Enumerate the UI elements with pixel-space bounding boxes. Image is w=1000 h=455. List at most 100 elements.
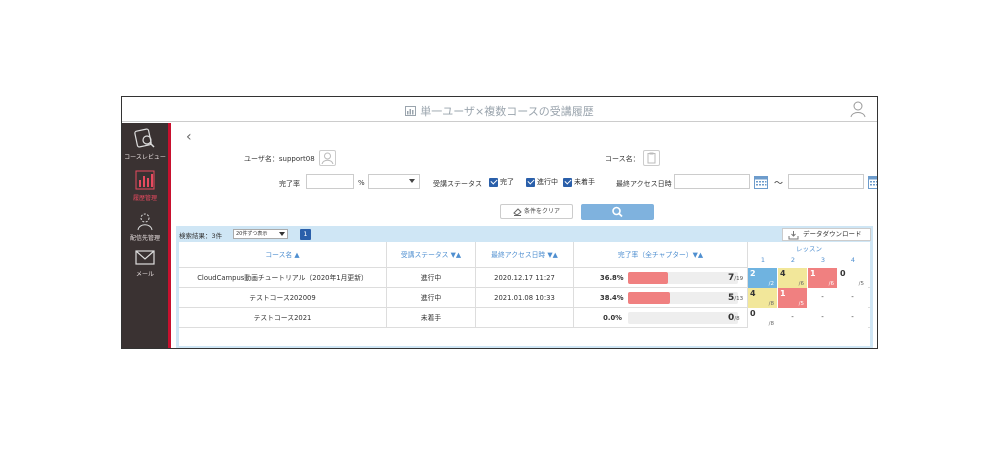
lesson-cell: 2/2 xyxy=(748,268,778,288)
table-row[interactable]: テストコース2021 未着手 0.0% 0/8 0/8- - - xyxy=(179,308,870,328)
download-label: データダウンロード xyxy=(803,230,862,238)
column-header-last-access[interactable]: 最終アクセス日時 ▼▲ xyxy=(476,242,574,268)
lesson-empty: - xyxy=(821,313,824,321)
status-checkbox-in-progress[interactable]: 進行中 xyxy=(526,177,558,187)
sidebar-item-course-review[interactable]: コースレビュー xyxy=(122,128,168,161)
completion-progress-bar: 7/19 xyxy=(628,272,743,284)
completion-input[interactable] xyxy=(306,174,354,189)
lesson-cell: - xyxy=(808,288,838,308)
sidebar-item-history[interactable]: 履歴管理 xyxy=(122,169,168,202)
lesson-cell: - xyxy=(838,308,868,328)
lesson-empty: - xyxy=(851,313,854,321)
download-button[interactable]: データダウンロード xyxy=(782,228,871,241)
status-option-label: 進行中 xyxy=(537,178,558,186)
date-from-input[interactable] xyxy=(674,174,750,189)
sidebar-item-label: 配信先管理 xyxy=(129,235,160,242)
top-bar: 単一ユーザ×複数コースの受講履歴 xyxy=(122,97,877,122)
lesson-done: 1 xyxy=(780,289,786,298)
column-header-lessons: レッスン 1 2 3 4 xyxy=(748,242,870,268)
lesson-done: 0 xyxy=(840,269,846,278)
sidebar: コースレビュー 履歴管理 配信先管理 メール xyxy=(122,123,171,348)
calendar-icon[interactable] xyxy=(868,175,877,189)
main-content: ‹ ユーザ名：support08 コース名： 完了率 % 受講ステータス 完了 … xyxy=(171,123,877,348)
mail-icon xyxy=(135,250,155,265)
checkbox-checked-icon xyxy=(489,177,498,187)
lesson-total: /2 xyxy=(768,281,774,287)
status-checkbox-complete[interactable]: 完了 xyxy=(489,177,514,187)
page-title-text: 単一ユーザ×複数コースの受講履歴 xyxy=(420,105,594,118)
clipboard-icon xyxy=(647,152,656,164)
calendar-icon[interactable] xyxy=(754,175,768,189)
lesson-number: 3 xyxy=(820,256,826,264)
course-name-cell[interactable]: テストコース2021 xyxy=(179,308,387,328)
date-to-input[interactable] xyxy=(788,174,864,189)
lesson-done: 2 xyxy=(750,269,756,278)
user-account-icon[interactable] xyxy=(849,100,867,118)
lesson-cell: 4/6 xyxy=(778,268,808,288)
course-select-button[interactable] xyxy=(643,150,660,166)
lesson-cell: 0/8 xyxy=(748,308,778,328)
eraser-icon xyxy=(513,208,522,216)
completion-operator-select[interactable] xyxy=(368,174,420,189)
lesson-done: 0 xyxy=(750,309,756,318)
completion-progress-bar: 0/8 xyxy=(628,312,740,325)
clear-filters-button[interactable]: 条件をクリア xyxy=(500,204,573,219)
download-icon xyxy=(788,231,799,240)
lesson-empty: - xyxy=(821,293,824,301)
lesson-total: /8 xyxy=(768,321,774,327)
lesson-done: 1 xyxy=(810,269,816,278)
completion-cell: 36.8% 7/19 xyxy=(574,268,748,288)
history-chart-icon xyxy=(135,170,155,190)
lesson-cell: 1/5 xyxy=(778,288,808,308)
table-row[interactable]: テストコース202009 進行中 2021.01.08 10:33 38.4% 5/13… xyxy=(179,288,870,308)
total-chapters: /13 xyxy=(734,296,744,302)
table-row[interactable]: CloudCampus動画チュートリアル（2020年1月更新） 進行中 2020.1… xyxy=(179,268,870,288)
last-access-cell: 2020.12.17 11:27 xyxy=(476,268,574,288)
per-page-select[interactable]: 20件ずつ表示 xyxy=(233,229,288,239)
completion-cell: 0.0% 0/8 xyxy=(574,308,748,328)
user-name-label: ユーザ名：support08 xyxy=(244,155,315,163)
chart-title-icon xyxy=(405,105,417,119)
completion-label: 完了率 xyxy=(279,180,300,188)
sidebar-item-label: コースレビュー xyxy=(124,154,166,161)
results-panel: 検索結果：3件 20件ずつ表示 1 データダウンロード コース名 ▲ 受講ステー… xyxy=(176,226,873,348)
lessons-title: レッスン xyxy=(796,245,822,253)
search-button[interactable] xyxy=(581,204,654,220)
course-name-label: コース名： xyxy=(605,155,640,163)
completion-count: 0/8 xyxy=(728,312,740,325)
course-name-cell[interactable]: テストコース202009 xyxy=(179,288,387,308)
lesson-cell: 1/6 xyxy=(808,268,838,288)
sidebar-item-mail[interactable]: メール xyxy=(122,249,168,278)
user-select-button[interactable] xyxy=(319,150,336,166)
lesson-total: /6 xyxy=(798,281,804,287)
last-access-cell: 2021.01.08 10:33 xyxy=(476,288,574,308)
completion-cell: 38.4% 5/13 xyxy=(574,288,748,308)
page-button-1[interactable]: 1 xyxy=(300,229,311,240)
status-option-label: 完了 xyxy=(500,178,514,186)
completion-percent: 36.8% xyxy=(600,274,624,282)
course-name-cell[interactable]: CloudCampus動画チュートリアル（2020年1月更新） xyxy=(179,268,387,288)
per-page-value: 20件ずつ表示 xyxy=(236,231,268,237)
user-icon xyxy=(321,152,334,165)
lesson-done: 4 xyxy=(780,269,786,278)
lesson-empty: - xyxy=(851,293,854,301)
status-checkbox-not-started[interactable]: 未着手 xyxy=(563,177,595,187)
column-header-course[interactable]: コース名 ▲ xyxy=(179,242,387,268)
column-header-status[interactable]: 受講ステータス ▼▲ xyxy=(387,242,476,268)
back-chevron-icon[interactable]: ‹ xyxy=(186,129,192,145)
lesson-total: /5 xyxy=(858,281,864,287)
sidebar-item-recipients[interactable]: 配信先管理 xyxy=(122,211,168,242)
completion-count: 5/13 xyxy=(728,292,743,305)
total-chapters: /19 xyxy=(734,276,744,282)
column-header-completion[interactable]: 完了率（全チャプター）▼▲ xyxy=(574,242,748,268)
status-cell: 未着手 xyxy=(387,308,476,328)
status-label: 受講ステータス xyxy=(433,180,482,188)
last-access-cell xyxy=(476,308,574,328)
date-range-separator: 〜 xyxy=(774,179,784,189)
clear-filters-label: 条件をクリア xyxy=(523,208,560,215)
sidebar-item-label: 履歴管理 xyxy=(132,195,157,202)
completion-percent: 0.0% xyxy=(603,314,622,322)
result-count: 検索結果：3件 xyxy=(179,232,223,240)
lesson-empty: - xyxy=(791,313,794,321)
checkbox-checked-icon xyxy=(526,177,535,187)
